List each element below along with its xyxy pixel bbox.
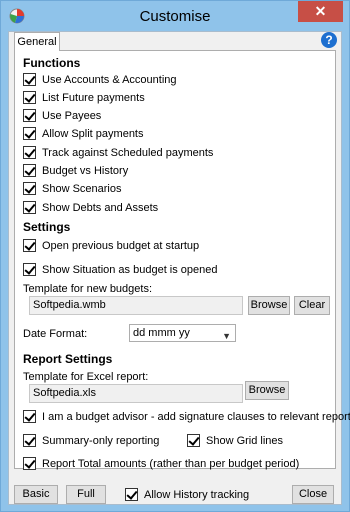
settings-heading: Settings (23, 220, 71, 234)
dialog-body: General ? Functions Use Accounts & Accou… (8, 31, 350, 505)
checkbox-use-accounts[interactable]: Use Accounts & Accounting (23, 73, 177, 86)
checkbox-label: Show Debts and Assets (42, 201, 159, 214)
checkbox-box[interactable] (23, 91, 36, 104)
template-new-budgets-label: Template for new budgets: (23, 283, 153, 295)
close-button[interactable]: Close (292, 485, 334, 504)
window-close-button[interactable]: ✕ (298, 1, 343, 22)
clear-template-button[interactable]: Clear (294, 296, 330, 315)
checkbox-label: Open previous budget at startup (42, 239, 200, 252)
checkbox-box[interactable] (23, 164, 36, 177)
checkbox-box[interactable] (187, 434, 200, 447)
checkbox-label: Report Total amounts (rather than per bu… (42, 457, 300, 470)
checkbox-box[interactable] (23, 263, 36, 276)
general-tab-panel: Functions Use Accounts & Accounting List… (14, 50, 350, 470)
checkbox-label: Allow History tracking (144, 488, 250, 501)
date-format-value: dd mmm yy (133, 327, 190, 339)
checkbox-label: Allow Split payments (42, 127, 144, 140)
title-bar[interactable]: Customise ✕ (1, 1, 349, 31)
checkbox-box[interactable] (23, 127, 36, 140)
checkbox-box[interactable] (23, 201, 36, 214)
checkbox-box[interactable] (23, 434, 36, 447)
customise-window: Customise ✕ General ? Functions Use Acco… (0, 0, 350, 512)
checkbox-label: Show Scenarios (42, 182, 122, 195)
checkbox-show-scenarios[interactable]: Show Scenarios (23, 182, 122, 195)
window-title: Customise (139, 8, 211, 25)
checkbox-label: Use Payees (42, 109, 102, 122)
template-new-budgets-field[interactable]: Softpedia.wmb (29, 296, 243, 315)
checkbox-box[interactable] (23, 109, 36, 122)
full-button[interactable]: Full (66, 485, 106, 504)
tab-general[interactable]: General (14, 32, 60, 51)
checkbox-track-scheduled[interactable]: Track against Scheduled payments (23, 146, 213, 159)
excel-template-label: Template for Excel report: (23, 371, 149, 383)
checkbox-show-situation[interactable]: Show Situation as budget is opened (23, 263, 218, 276)
checkbox-label: Track against Scheduled payments (42, 146, 214, 159)
checkbox-open-previous-budget[interactable]: Open previous budget at startup (23, 239, 199, 252)
checkbox-label: Show Grid lines (206, 434, 284, 447)
excel-template-field[interactable]: Softpedia.xls (29, 384, 243, 403)
checkbox-label: I am a budget advisor - add signature cl… (42, 410, 350, 423)
checkbox-label: List Future payments (42, 91, 145, 104)
checkbox-budget-vs-history[interactable]: Budget vs History (23, 164, 128, 177)
functions-heading: Functions (23, 56, 81, 70)
checkbox-label: Use Accounts & Accounting (42, 73, 177, 86)
checkbox-box[interactable] (23, 73, 36, 86)
checkbox-show-debts-assets[interactable]: Show Debts and Assets (23, 201, 158, 214)
checkbox-use-payees[interactable]: Use Payees (23, 109, 101, 122)
checkbox-box[interactable] (23, 410, 36, 423)
checkbox-box[interactable] (23, 239, 36, 252)
checkbox-allow-split-payments[interactable]: Allow Split payments (23, 127, 144, 140)
checkbox-report-total-amounts[interactable]: Report Total amounts (rather than per bu… (23, 457, 299, 470)
checkbox-box[interactable] (23, 146, 36, 159)
checkbox-label: Summary-only reporting (42, 434, 160, 447)
report-settings-heading: Report Settings (23, 352, 113, 366)
checkbox-budget-advisor[interactable]: I am a budget advisor - add signature cl… (23, 410, 350, 423)
chevron-down-icon: ▼ (222, 331, 231, 341)
checkbox-label: Show Situation as budget is opened (42, 263, 218, 276)
basic-button[interactable]: Basic (14, 485, 58, 504)
browse-excel-template-button[interactable]: Browse (245, 381, 289, 400)
checkbox-allow-history-tracking[interactable]: Allow History tracking (125, 488, 249, 501)
browse-template-button[interactable]: Browse (248, 296, 290, 315)
date-format-select[interactable]: dd mmm yy ▼ (129, 324, 236, 342)
help-icon[interactable]: ? (321, 32, 337, 48)
checkbox-show-grid-lines[interactable]: Show Grid lines (187, 434, 283, 447)
date-format-label: Date Format: (23, 328, 88, 340)
checkbox-label: Budget vs History (42, 164, 129, 177)
checkbox-list-future-payments[interactable]: List Future payments (23, 91, 145, 104)
checkbox-box[interactable] (125, 488, 138, 501)
checkbox-summary-only[interactable]: Summary-only reporting (23, 434, 159, 447)
checkbox-box[interactable] (23, 182, 36, 195)
checkbox-box[interactable] (23, 457, 36, 470)
